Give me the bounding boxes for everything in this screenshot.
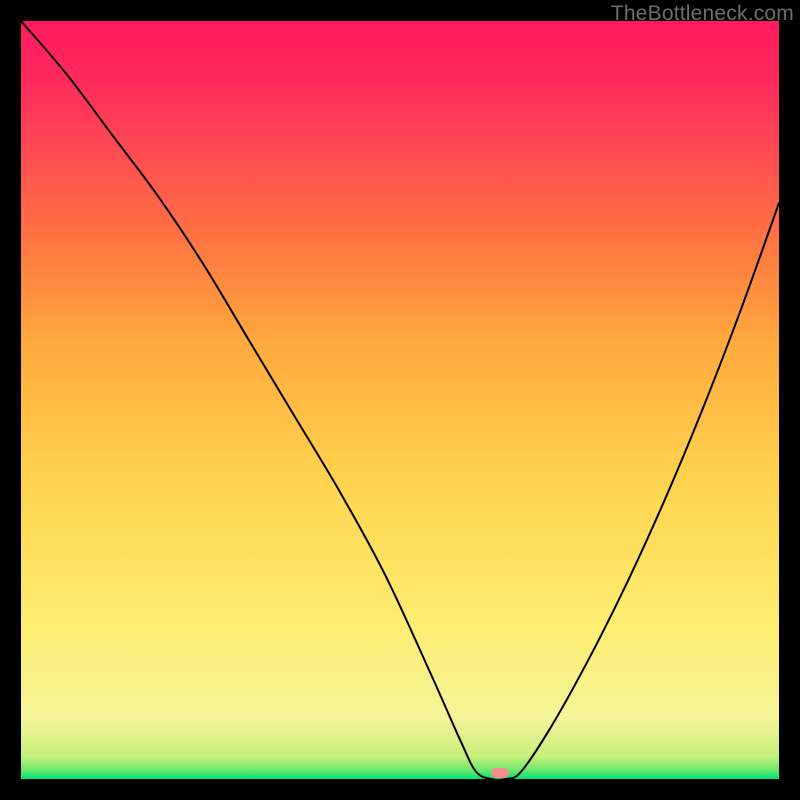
plot-area xyxy=(21,21,779,779)
watermark-text: TheBottleneck.com xyxy=(611,2,794,26)
bottleneck-chart: TheBottleneck.com xyxy=(0,0,800,800)
optimal-point-marker xyxy=(491,768,509,778)
bottleneck-curve-path xyxy=(21,21,779,779)
bottleneck-curve-svg xyxy=(21,21,779,779)
